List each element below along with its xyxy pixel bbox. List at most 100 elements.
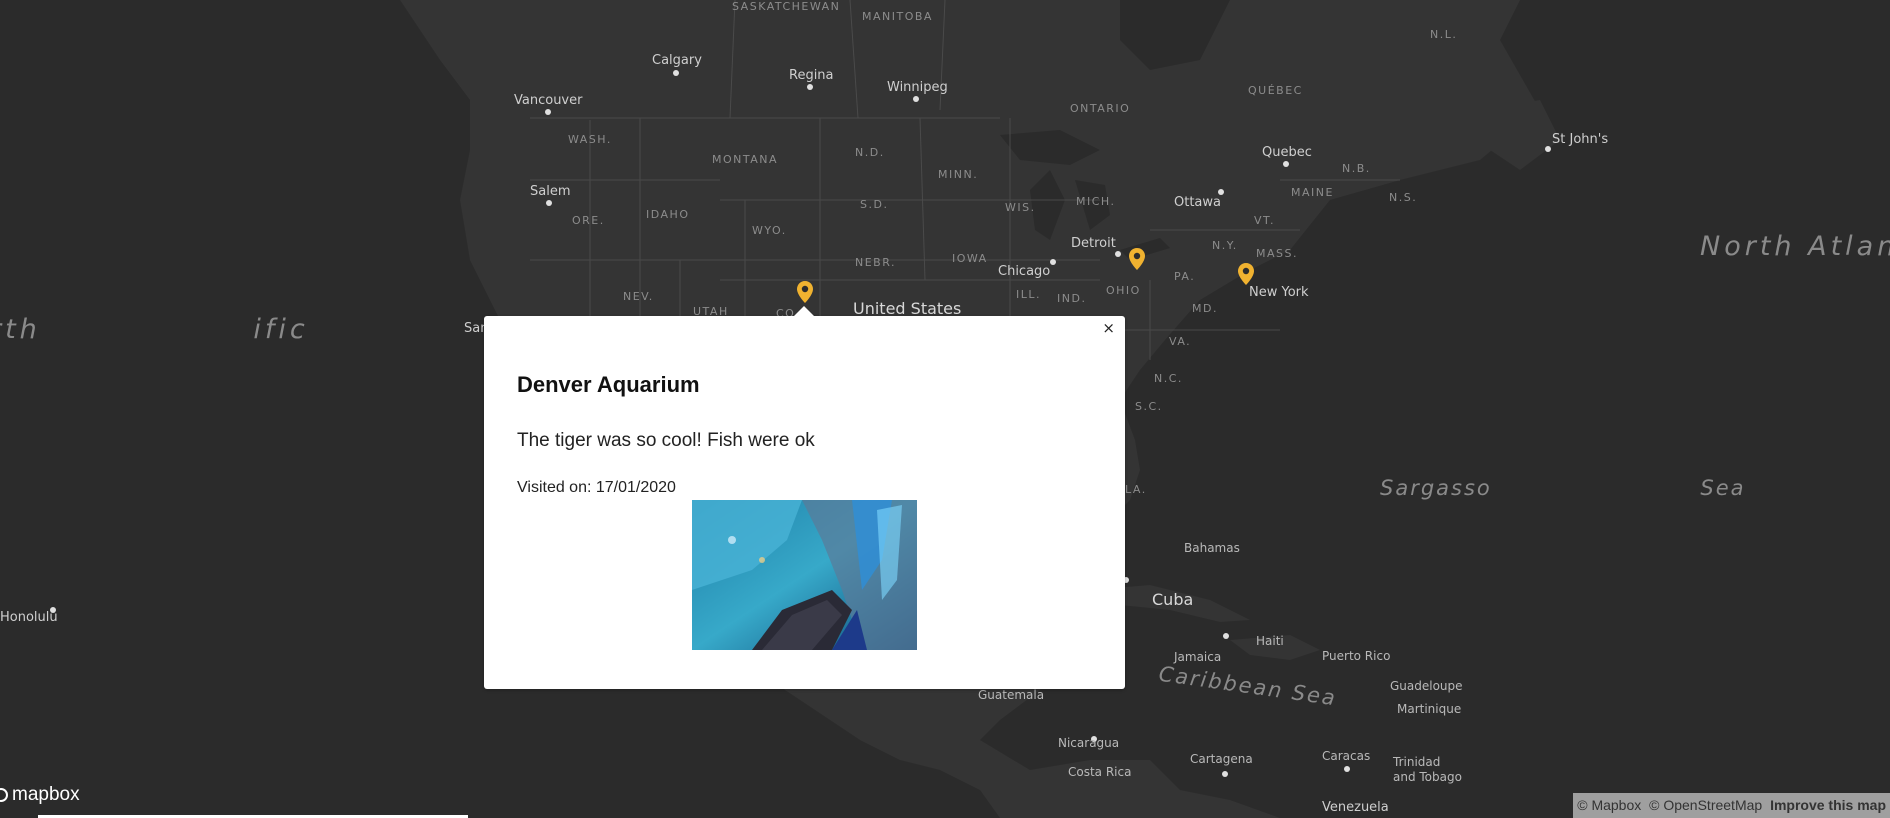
dot-cartagena (1222, 771, 1228, 777)
improve-map-link[interactable]: Improve this map (1770, 797, 1886, 813)
pin-icon (797, 281, 813, 303)
label-nb: N.B. (1342, 162, 1371, 175)
popup-close-button[interactable]: × (1098, 317, 1119, 339)
label-puerto-rico: Puerto Rico (1322, 649, 1391, 663)
label-saskatchewan: SASKATCHEWAN (732, 0, 841, 13)
sea-label-sargasso: Sargasso Sea (1380, 474, 1744, 503)
pin-icon (1238, 263, 1254, 285)
label-nebr: NEBR. (855, 256, 896, 269)
label-iowa: IOWA (952, 252, 988, 265)
label-ny: N.Y. (1212, 239, 1238, 252)
label-idaho: IDAHO (646, 208, 690, 221)
popup-visited-date: Visited on: 17/01/2020 (517, 479, 676, 496)
label-manitoba: MANITOBA (862, 10, 933, 23)
label-jamaica: Jamaica (1174, 650, 1222, 664)
dot-vancouver (545, 109, 551, 115)
label-mass: MASS. (1256, 247, 1298, 260)
label-sd: S.D. (860, 198, 889, 211)
sargasso-text: Sargasso Sea (1380, 474, 1744, 503)
label-cartagena: Cartagena (1190, 752, 1253, 766)
label-regina: Regina (789, 68, 834, 83)
map-marker-new-york[interactable] (1236, 262, 1256, 286)
label-winnipeg: Winnipeg (887, 80, 948, 95)
label-trinidad: Trinidad (1393, 755, 1441, 769)
aquarium-photo-image (692, 500, 917, 650)
dot-calgary (673, 70, 679, 76)
map-marker-denver-aquarium[interactable] (795, 280, 815, 304)
label-bahamas: Bahamas (1184, 541, 1240, 555)
label-quebec-province: QUÉBEC (1248, 84, 1303, 97)
label-minn: MINN. (938, 168, 979, 181)
label-venezuela: Venezuela (1322, 800, 1389, 815)
mapbox-logo-text: mapbox (12, 784, 80, 805)
label-ind: IND. (1057, 292, 1087, 305)
label-caracas: Caracas (1322, 749, 1371, 763)
label-haiti: Haiti (1256, 634, 1284, 648)
north-atlantic-text: North Atlantic Ocean (1700, 231, 1890, 262)
dot-haiti (1223, 633, 1229, 639)
ocean-label-north-pacific: rth ific an (0, 310, 559, 350)
label-ottawa: Ottawa (1174, 195, 1221, 210)
mapbox-logo-icon (0, 788, 8, 802)
label-ill: ILL. (1016, 288, 1041, 301)
label-nd: N.D. (855, 146, 885, 159)
map-canvas[interactable]: North Atlantic Ocean rth ific an Sargass… (0, 0, 1890, 818)
label-nev: NEV. (623, 290, 654, 303)
label-ns: N.S. (1389, 191, 1418, 204)
label-st-johns: St John's (1552, 132, 1609, 147)
popup-title: Denver Aquarium (517, 372, 700, 397)
label-va: VA. (1169, 335, 1192, 348)
dot-quebec-city (1283, 161, 1289, 167)
label-nc: N.C. (1154, 372, 1183, 385)
label-vt: VT. (1254, 214, 1275, 227)
mapbox-logo[interactable]: mapbox (0, 784, 80, 806)
label-mich: MICH. (1076, 195, 1116, 208)
label-nl: N.L. (1430, 28, 1458, 41)
label-ore: ORE. (572, 214, 605, 227)
attribution-osm-link[interactable]: © OpenStreetMap (1649, 797, 1762, 813)
label-calgary: Calgary (652, 53, 702, 68)
ocean-label-north-atlantic: North Atlantic Ocean (1700, 227, 1890, 267)
label-new-york: New York (1249, 285, 1309, 300)
label-wash: WASH. (568, 133, 612, 146)
dot-detroit (1115, 251, 1121, 257)
popup-photo (692, 500, 917, 650)
label-montana: MONTANA (712, 153, 779, 166)
attribution: © Mapbox © OpenStreetMap Improve this ma… (1573, 793, 1890, 818)
label-pa: PA. (1174, 270, 1196, 283)
label-wyo: WYO. (752, 224, 787, 237)
label-nicaragua: Nicaragua (1058, 736, 1120, 750)
dot-st-johns (1545, 146, 1551, 152)
label-quebec-city: Quebec (1262, 145, 1312, 160)
location-popup: × Denver Aquarium The tiger was so cool!… (484, 306, 1125, 689)
label-tobago: and Tobago (1393, 770, 1462, 784)
map-marker-ohio[interactable] (1127, 247, 1147, 271)
label-maine: MAINE (1291, 186, 1334, 199)
dot-winnipeg (913, 96, 919, 102)
label-ontario: ONTARIO (1070, 102, 1131, 115)
label-detroit: Detroit (1071, 236, 1116, 251)
label-md: MD. (1192, 302, 1218, 315)
label-honolulu: Honolulu (0, 610, 58, 625)
label-martinique: Martinique (1397, 702, 1462, 716)
label-la: LA. (1125, 483, 1147, 496)
dot-caracas (1344, 766, 1350, 772)
label-costa-rica: Costa Rica (1068, 765, 1132, 779)
label-cuba: Cuba (1152, 590, 1194, 609)
label-sc: S.C. (1135, 400, 1163, 413)
dot-regina (807, 84, 813, 90)
north-pacific-text: rth ific an (0, 310, 559, 350)
label-chicago: Chicago (998, 264, 1051, 279)
popup-description: The tiger was so cool! Fish were ok (517, 430, 815, 451)
dot-salem (546, 200, 552, 206)
label-guadeloupe: Guadeloupe (1390, 679, 1463, 693)
label-wis: WIS. (1005, 201, 1036, 214)
label-vancouver: Vancouver (514, 93, 583, 108)
label-guatemala: Guatemala (978, 688, 1045, 702)
attribution-mapbox-link[interactable]: © Mapbox (1577, 797, 1641, 813)
pin-icon (1129, 248, 1145, 270)
popup-tip (794, 306, 814, 316)
label-ohio: OHIO (1106, 284, 1141, 297)
dot-chicago (1050, 259, 1056, 265)
label-salem: Salem (530, 184, 571, 199)
